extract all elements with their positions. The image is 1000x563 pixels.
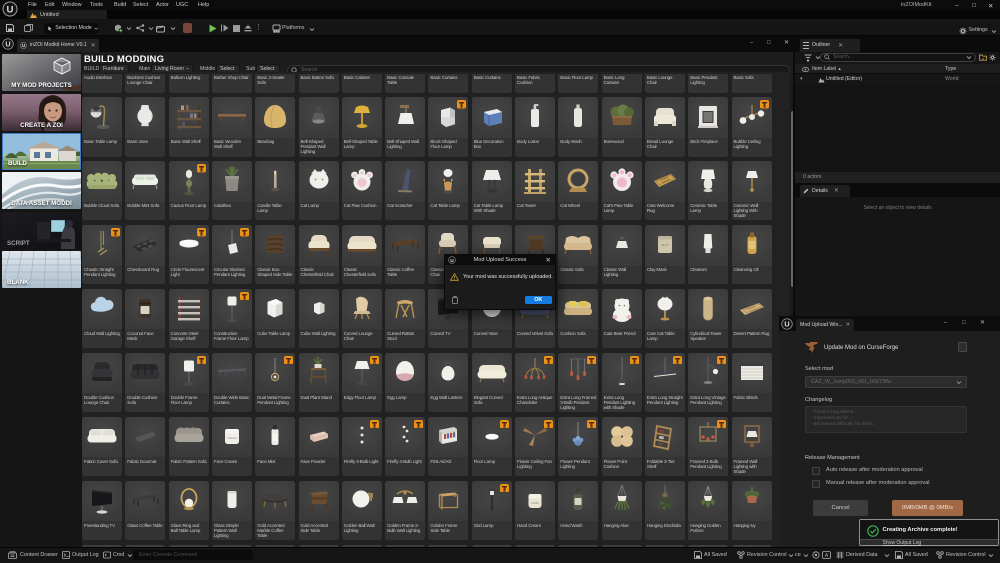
svg-text:CLAY: CLAY bbox=[661, 243, 669, 247]
svg-text:U: U bbox=[5, 40, 10, 49]
svg-text:HAND: HAND bbox=[531, 501, 538, 505]
svg-text:U: U bbox=[7, 5, 14, 16]
svg-text:CREAM: CREAM bbox=[227, 436, 236, 440]
svg-text:U: U bbox=[784, 320, 789, 329]
svg-text:U: U bbox=[22, 43, 25, 48]
svg-text:A: A bbox=[825, 553, 829, 559]
